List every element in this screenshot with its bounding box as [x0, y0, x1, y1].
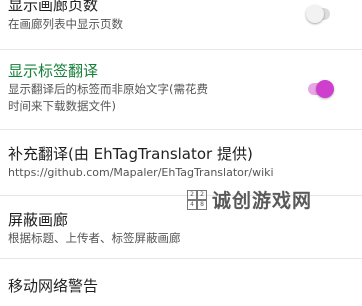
divider — [0, 258, 362, 259]
setting-title: 移动网络警告 — [8, 277, 99, 295]
setting-subtitle-line-2: 时间来下载数据文件) — [8, 99, 116, 113]
setting-supplementary-translation[interactable]: 补充翻译(由 EhTagTranslator 提供) https://githu… — [0, 145, 362, 187]
divider — [0, 49, 362, 50]
watermark-logo-icon: 2 2 4 8 — [187, 190, 207, 210]
setting-block-gallery[interactable]: 屏蔽画廊 根据标题、上传者、标签屏蔽画廊 — [0, 211, 362, 253]
setting-title: 屏蔽画廊 — [8, 211, 69, 229]
translator-link[interactable]: https://github.com/Mapaler/EhTagTranslat… — [8, 164, 362, 181]
divider — [0, 129, 362, 130]
setting-title: 补充翻译(由 EhTagTranslator 提供) — [8, 145, 253, 163]
watermark-text: 诚创游戏网 — [212, 190, 313, 212]
show-tag-translation-toggle[interactable] — [308, 80, 334, 98]
toggle-knob — [306, 5, 324, 23]
setting-subtitle: 根据标题、上传者、标签屏蔽画廊 — [8, 231, 181, 245]
watermark-glyph: 8 — [197, 200, 207, 210]
watermark-glyph: 2 — [187, 190, 197, 200]
toggle-knob — [316, 80, 334, 98]
setting-mobile-network-warning[interactable]: 移动网络警告 — [0, 277, 362, 306]
watermark-glyph: 4 — [187, 200, 197, 210]
watermark-glyph: 2 — [197, 190, 207, 200]
setting-title: 显示标签翻译 — [8, 62, 99, 80]
setting-show-tag-translation[interactable]: 显示标签翻译 显示翻译后的标签而非原始文字(需花费 时间来下载数据文件) — [0, 62, 362, 124]
show-page-count-toggle[interactable] — [306, 5, 330, 23]
